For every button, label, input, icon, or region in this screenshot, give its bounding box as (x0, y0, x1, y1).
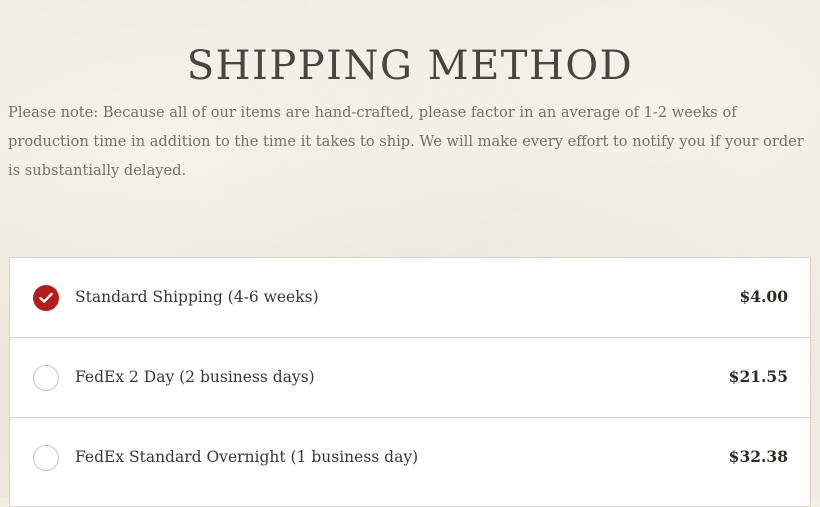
shipping-option-fedex-overnight[interactable]: FedEx Standard Overnight (1 business day… (10, 418, 810, 498)
empty-radio-icon[interactable] (33, 365, 59, 391)
shipping-option-label: FedEx Standard Overnight (1 business day… (75, 448, 419, 466)
shipping-option-label: Standard Shipping (4-6 weeks) (75, 288, 319, 306)
production-time-note: Please note: Because all of our items ar… (8, 104, 804, 179)
shipping-option-standard[interactable]: Standard Shipping (4-6 weeks) $4.00 (10, 258, 810, 338)
shipping-option-price: $21.55 (728, 367, 788, 386)
empty-radio-icon[interactable] (33, 445, 59, 471)
shipping-option-fedex-2day[interactable]: FedEx 2 Day (2 business days) $21.55 (10, 338, 810, 418)
shipping-option-label: FedEx 2 Day (2 business days) (75, 368, 315, 386)
page-title: SHIPPING METHOD (186, 43, 634, 89)
shipping-option-price: $4.00 (739, 287, 788, 306)
checkmark-circle-icon[interactable] (33, 285, 59, 311)
shipping-options-list: Standard Shipping (4-6 weeks) $4.00 FedE… (9, 257, 811, 507)
shipping-option-price: $32.38 (728, 447, 788, 466)
